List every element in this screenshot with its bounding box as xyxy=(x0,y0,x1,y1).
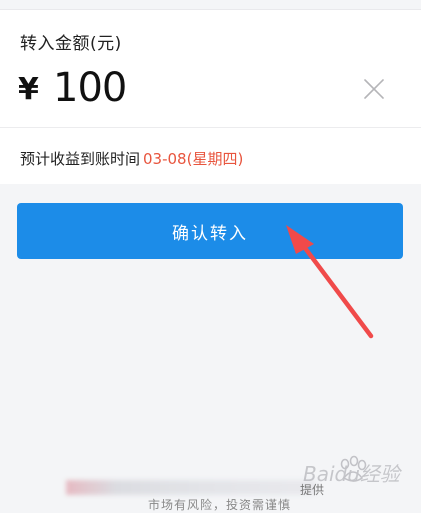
divider xyxy=(0,127,421,128)
blurred-provider-name xyxy=(66,480,316,495)
top-strip xyxy=(0,0,421,10)
confirm-transfer-button[interactable]: 确认转入 xyxy=(17,203,403,259)
amount-value[interactable]: 100 xyxy=(53,65,127,111)
arrival-label: 预计收益到账时间 xyxy=(20,150,141,168)
arrival-time: 预计收益到账时间 03-08(星期四) xyxy=(20,148,243,169)
footer-risk-notice: 市场有风险，投资需谨慎 xyxy=(148,498,292,512)
amount-label: 转入金额(元) xyxy=(20,34,122,54)
currency-symbol: ¥ xyxy=(18,72,39,107)
amount-card: 转入金额(元) ¥ 100 预计收益到账时间 03-08(星期四) xyxy=(0,10,421,184)
close-icon xyxy=(364,79,384,99)
arrival-date: 03-08(星期四) xyxy=(143,150,244,168)
clear-amount-button[interactable] xyxy=(358,73,390,105)
amount-input[interactable]: ¥ 100 xyxy=(18,64,408,120)
footer-provider: 提供 xyxy=(300,483,325,497)
